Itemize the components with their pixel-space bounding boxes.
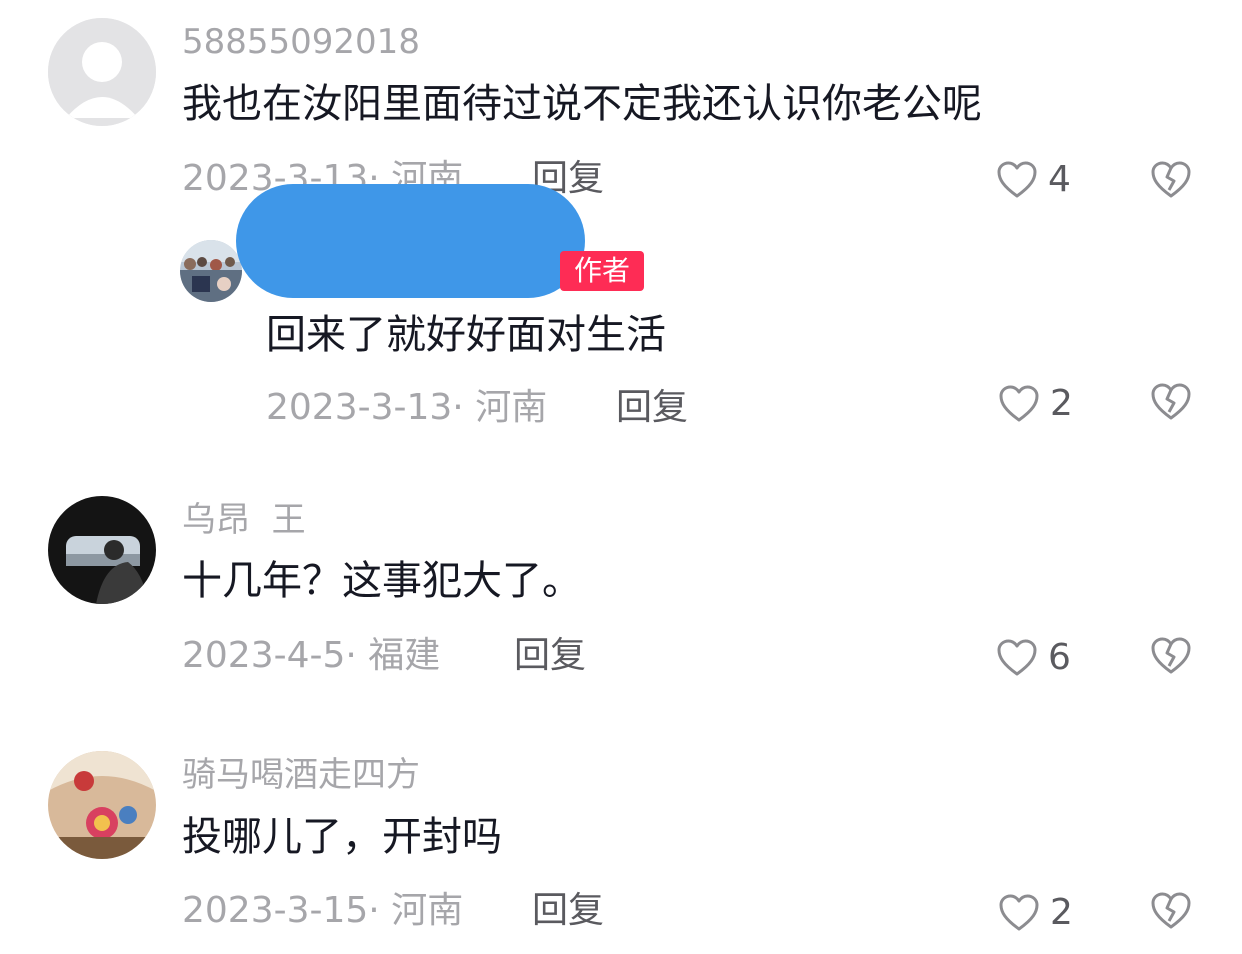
default-avatar-icon [48,18,156,126]
like-count: 4 [1048,159,1071,200]
comment-text: 回来了就好好面对生活 [266,312,666,358]
comment-text: 十几年？这事犯大了。 [182,558,582,604]
comment-username[interactable]: 乌昂 王 [182,500,306,540]
broken-heart-icon [1151,637,1191,674]
avatar[interactable] [180,240,242,302]
like-count: 2 [1050,383,1073,424]
comment-username[interactable]: 骑马喝酒走四方 [182,755,420,795]
dislike-button[interactable] [1150,636,1192,680]
like-count: 6 [1048,637,1071,678]
broken-heart-icon [1151,892,1191,929]
like-count: 2 [1050,892,1073,933]
heart-outline-icon [999,894,1039,931]
redacted-username-overlay [236,184,585,298]
heart-outline-icon [997,161,1037,198]
like-button[interactable]: 2 [998,382,1073,426]
comment-username[interactable]: 58855092018 [182,22,420,62]
heart-outline-icon [997,639,1037,676]
avatar-image [48,496,156,604]
dislike-button[interactable] [1150,891,1192,935]
reply-button[interactable]: 回复 [616,386,688,430]
avatar-image [48,751,156,859]
heart-outline-icon [999,385,1039,422]
broken-heart-icon [1151,161,1191,198]
comment-meta: 2023-3-15· 河南 [182,890,464,931]
dislike-button[interactable] [1150,382,1192,426]
reply-button[interactable]: 回复 [532,889,604,933]
broken-heart-icon [1151,383,1191,420]
like-button[interactable]: 2 [998,891,1073,935]
comment-text: 我也在汝阳里面待过说不定我还认识你老公呢 [182,81,982,127]
reply-button[interactable]: 回复 [514,634,586,678]
avatar[interactable] [48,496,156,604]
reply-comment-item: 作者 回来了就好好面对生活 2023-3-13· 河南 回复 2 [0,184,1242,460]
comment-text: 投哪儿了，开封吗 [182,814,502,860]
comment-item: 58855092018 我也在汝阳里面待过说不定我还认识你老公呢 2023-3-… [0,0,1242,230]
avatar[interactable] [48,751,156,859]
dislike-button[interactable] [1150,160,1192,204]
avatar-image [180,240,242,302]
avatar[interactable] [48,18,156,126]
author-badge: 作者 [560,251,645,291]
comment-meta: 2023-4-5· 福建 [182,635,441,676]
comment-item: 乌昂 王 十几年？这事犯大了。 2023-4-5· 福建 回复 6 [0,480,1242,710]
comment-item: 骑马喝酒走四方 投哪儿了，开封吗 2023-3-15· 河南 回复 2 [0,735,1242,954]
like-button[interactable]: 4 [996,158,1071,202]
comment-meta: 2023-3-13· 河南 [266,387,548,428]
like-button[interactable]: 6 [996,636,1071,680]
